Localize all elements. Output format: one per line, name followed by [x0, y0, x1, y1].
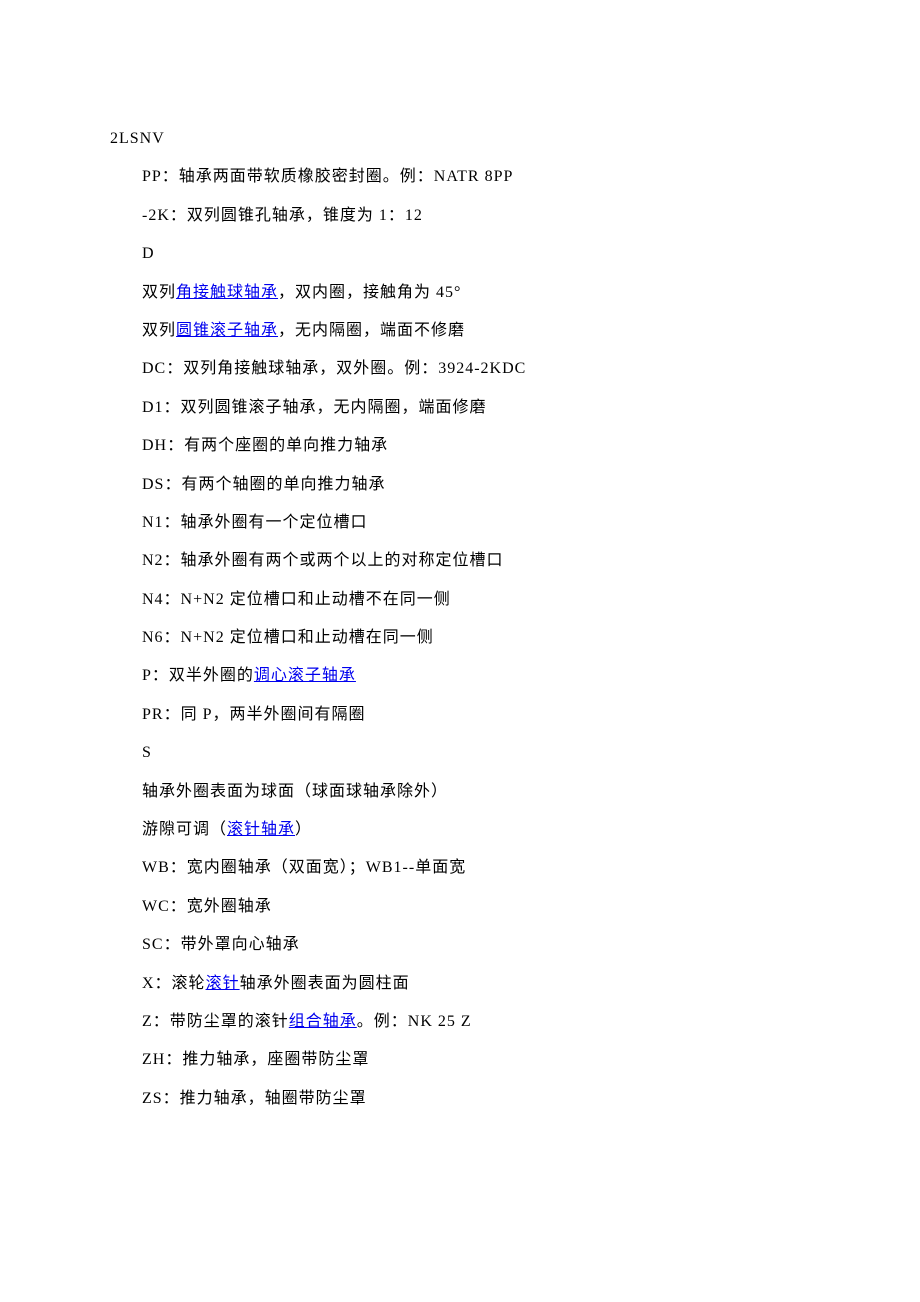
text-line: 双列圆锥滚子轴承，无内隔圈，端面不修磨: [110, 312, 810, 350]
text-span: N2：轴承外圈有两个或两个以上的对称定位槽口: [142, 552, 504, 569]
text-span: WB：宽内圈轴承（双面宽）；WB1--单面宽: [142, 859, 466, 876]
hyperlink[interactable]: 组合轴承: [289, 1013, 357, 1030]
text-span: 双列: [142, 322, 176, 339]
text-span: -2K：双列圆锥孔轴承，锥度为 1：12: [142, 207, 423, 224]
text-span: ZH：推力轴承，座圈带防尘罩: [142, 1051, 369, 1068]
text-line: P：双半外圈的调心滚子轴承: [110, 657, 810, 695]
text-span: PP：轴承两面带软质橡胶密封圈。例：NATR 8PP: [142, 168, 513, 185]
text-line: D: [110, 235, 810, 273]
text-line: PP：轴承两面带软质橡胶密封圈。例：NATR 8PP: [110, 158, 810, 196]
text-line: ZS：推力轴承，轴圈带防尘罩: [110, 1080, 810, 1118]
text-line: ZH：推力轴承，座圈带防尘罩: [110, 1041, 810, 1079]
text-line: N4：N+N2 定位槽口和止动槽不在同一侧: [110, 581, 810, 619]
text-span: DC：双列角接触球轴承，双外圈。例：3924-2KDC: [142, 360, 526, 377]
text-span: SC：带外罩向心轴承: [142, 936, 300, 953]
text-line: 游隙可调（滚针轴承）: [110, 811, 810, 849]
text-line: D1：双列圆锥滚子轴承，无内隔圈，端面修磨: [110, 389, 810, 427]
text-span: S: [142, 744, 152, 761]
document-page: 2LSNV PP：轴承两面带软质橡胶密封圈。例：NATR 8PP -2K：双列圆锥孔…: [0, 0, 920, 1178]
text-line: S: [110, 734, 810, 772]
text-line: DS：有两个轴圈的单向推力轴承: [110, 466, 810, 504]
text-line: N6：N+N2 定位槽口和止动槽在同一侧: [110, 619, 810, 657]
text-span: D1：双列圆锥滚子轴承，无内隔圈，端面修磨: [142, 399, 487, 416]
text-line: N2：轴承外圈有两个或两个以上的对称定位槽口: [110, 542, 810, 580]
text-span: 双列: [142, 284, 176, 301]
text-line: Z：带防尘罩的滚针组合轴承。例：NK 25 Z: [110, 1003, 810, 1041]
text-span: 2LSNV: [110, 130, 165, 147]
text-span: ，双内圈，接触角为 45°: [278, 284, 461, 301]
text-line: PR：同 P，两半外圈间有隔圈: [110, 696, 810, 734]
hyperlink[interactable]: 滚针轴承: [227, 821, 295, 838]
text-line: WB：宽内圈轴承（双面宽）；WB1--单面宽: [110, 849, 810, 887]
text-line: N1：轴承外圈有一个定位槽口: [110, 504, 810, 542]
text-line: SC：带外罩向心轴承: [110, 926, 810, 964]
text-span: WC：宽外圈轴承: [142, 898, 272, 915]
text-span: ）: [295, 821, 312, 838]
text-span: N1：轴承外圈有一个定位槽口: [142, 514, 368, 531]
text-span: PR：同 P，两半外圈间有隔圈: [142, 706, 365, 723]
text-line: 双列角接触球轴承，双内圈，接触角为 45°: [110, 274, 810, 312]
text-line: 轴承外圈表面为球面（球面球轴承除外）: [110, 773, 810, 811]
hyperlink[interactable]: 调心滚子轴承: [254, 667, 356, 684]
text-span: N4：N+N2 定位槽口和止动槽不在同一侧: [142, 591, 451, 608]
text-span: X：滚轮: [142, 975, 206, 992]
hyperlink[interactable]: 滚针: [206, 975, 240, 992]
text-span: P：双半外圈的: [142, 667, 254, 684]
text-span: ，无内隔圈，端面不修磨: [278, 322, 465, 339]
hyperlink[interactable]: 角接触球轴承: [176, 284, 278, 301]
text-line: WC：宽外圈轴承: [110, 888, 810, 926]
document-content: 2LSNV PP：轴承两面带软质橡胶密封圈。例：NATR 8PP -2K：双列圆锥孔…: [110, 120, 810, 1118]
text-span: Z：带防尘罩的滚针: [142, 1013, 289, 1030]
text-span: ZS：推力轴承，轴圈带防尘罩: [142, 1090, 367, 1107]
text-line: DH：有两个座圈的单向推力轴承: [110, 427, 810, 465]
text-span: D: [142, 245, 155, 262]
text-span: 。例：NK 25 Z: [357, 1013, 472, 1030]
text-line: -2K：双列圆锥孔轴承，锥度为 1：12: [110, 197, 810, 235]
text-line: X：滚轮滚针轴承外圈表面为圆柱面: [110, 965, 810, 1003]
text-span: DH：有两个座圈的单向推力轴承: [142, 437, 388, 454]
text-line: DC：双列角接触球轴承，双外圈。例：3924-2KDC: [110, 350, 810, 388]
text-span: 轴承外圈表面为圆柱面: [240, 975, 410, 992]
text-line: 2LSNV: [110, 120, 810, 158]
text-span: 游隙可调（: [142, 821, 227, 838]
hyperlink[interactable]: 圆锥滚子轴承: [176, 322, 278, 339]
text-span: 轴承外圈表面为球面（球面球轴承除外）: [142, 783, 448, 800]
text-span: DS：有两个轴圈的单向推力轴承: [142, 476, 385, 493]
text-span: N6：N+N2 定位槽口和止动槽在同一侧: [142, 629, 434, 646]
